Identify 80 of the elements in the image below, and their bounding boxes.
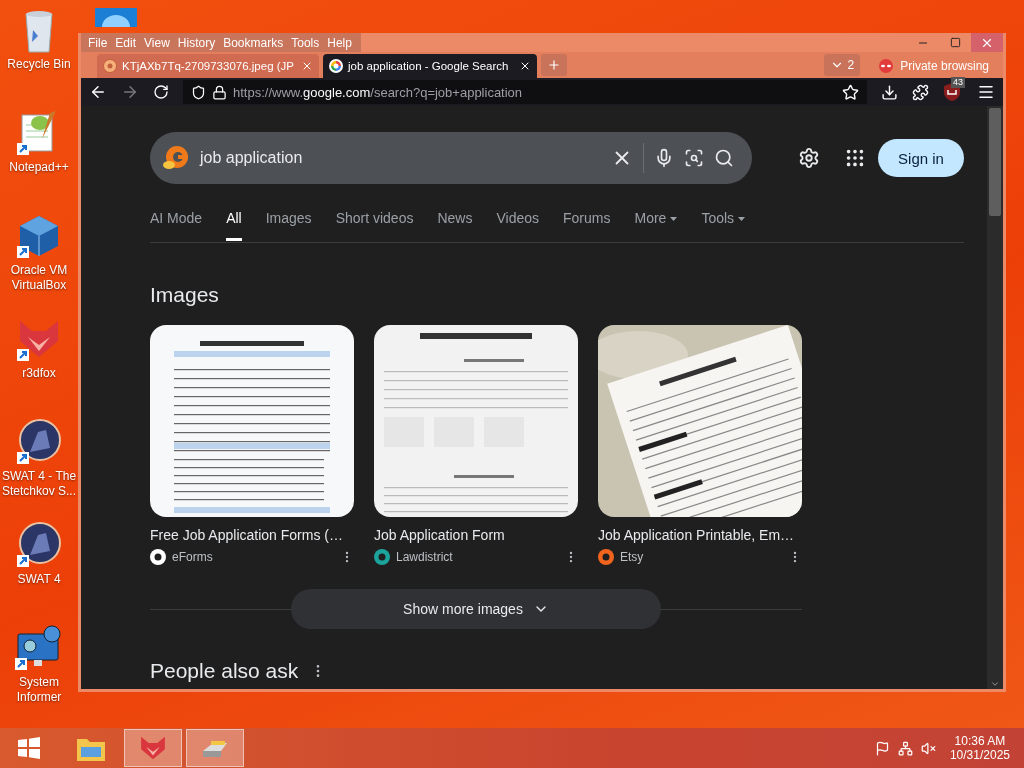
plus-icon (547, 58, 561, 72)
extensions-icon[interactable] (912, 83, 929, 101)
browser-tab[interactable]: KTjAXb7Tq-2709733076.jpeg (JP (97, 54, 319, 78)
search-tab[interactable]: Short videos (335, 210, 414, 241)
forward-icon[interactable] (121, 83, 139, 101)
grid-icon (844, 147, 866, 169)
tab-title: KTjAXb7Tq-2709733076.jpeg (JP (122, 60, 295, 72)
menu-item[interactable]: History (174, 35, 221, 50)
image-result-title[interactable]: Job Application Printable, Em… (598, 527, 802, 543)
menu-icon[interactable] (977, 83, 995, 101)
close-tab-icon[interactable] (519, 60, 531, 72)
desktop-icon-label[interactable]: Oracle VM VirtualBox (1, 263, 77, 293)
search-tab[interactable]: All (226, 210, 242, 241)
menu-item[interactable]: File (85, 35, 113, 50)
back-icon[interactable] (89, 83, 107, 101)
monitor-icon[interactable] (14, 624, 64, 672)
app-icon[interactable] (95, 8, 137, 27)
search-tab[interactable]: Videos (496, 210, 540, 241)
browser-tab[interactable]: job application - Google Search (323, 54, 537, 78)
show-more-button[interactable]: Show more images (291, 589, 661, 629)
site-name: eForms (172, 550, 214, 564)
scroll-down-icon[interactable] (990, 679, 1000, 689)
mask-icon (878, 59, 895, 73)
windows-logo-icon (17, 736, 41, 760)
badge: 43 (951, 77, 965, 88)
desktop-icon-label[interactable]: System Informer (1, 675, 77, 705)
search-tab[interactable]: More (634, 210, 678, 241)
menu-item[interactable]: Help (324, 35, 357, 50)
section-heading: People also ask (150, 659, 299, 683)
menu-item[interactable]: Tools (288, 35, 325, 50)
search-tab[interactable]: Forums (563, 210, 611, 241)
sign-in-button[interactable]: Sign in (878, 139, 964, 177)
section-heading: Images (150, 283, 220, 307)
lock-icon[interactable] (212, 84, 227, 100)
star-icon[interactable] (842, 83, 859, 101)
clock[interactable]: 10:36 AM 10/31/2025 (949, 734, 1010, 762)
desktop-icon-label[interactable]: Notepad++ (1, 160, 77, 175)
maximize-icon (949, 37, 961, 48)
search-tab[interactable]: Tools (701, 210, 746, 241)
scrollbar[interactable] (987, 106, 1003, 689)
scrollbar-thumb[interactable] (989, 108, 1001, 216)
private-browsing-label: Private browsing (900, 59, 989, 73)
download-icon[interactable] (881, 83, 898, 101)
taskbar-app-button[interactable] (124, 729, 182, 767)
doodle-logo-icon (162, 145, 190, 171)
flag-icon[interactable] (874, 740, 890, 756)
image-result-title[interactable]: Job Application Form (374, 527, 578, 543)
settings-icon (798, 147, 820, 169)
image-result-title[interactable]: Free Job Application Forms (… (150, 527, 354, 543)
apps-button[interactable] (844, 147, 866, 169)
site-name: Etsy (620, 550, 645, 564)
menu-item[interactable]: Bookmarks (220, 35, 289, 50)
tab-list-button[interactable]: 2 (823, 54, 861, 76)
menu-item[interactable]: Edit (112, 35, 142, 50)
desktop-icon-label[interactable]: SWAT 4 (1, 572, 77, 587)
search-tab[interactable]: News (437, 210, 473, 241)
shield-icon[interactable] (191, 84, 206, 100)
settings-button[interactable] (798, 147, 820, 169)
url-field[interactable]: https://www.google.com/search?q=job+application (183, 80, 867, 104)
tab-title: job application - Google Search (348, 60, 510, 72)
microphone-icon[interactable] (654, 148, 674, 168)
search-tab[interactable]: AI Mode (150, 210, 203, 241)
close-button[interactable] (971, 33, 1003, 52)
google-favicon-icon (329, 59, 343, 73)
network-icon[interactable] (897, 740, 913, 756)
muted-speaker-icon[interactable] (920, 740, 936, 756)
search-query: job application (200, 149, 304, 167)
game-icon[interactable] (16, 521, 62, 569)
search-icon[interactable] (714, 148, 734, 168)
search-field[interactable]: job application (150, 132, 752, 184)
site-name: Lawdistrict (396, 550, 454, 564)
reload-icon[interactable] (153, 84, 169, 100)
desktop-icon-label[interactable]: r3dfox (1, 366, 77, 381)
camera-search-icon[interactable] (684, 148, 704, 168)
desktop-icon-label[interactable]: SWAT 4 - The Stetchkov S... (1, 469, 77, 499)
image-favicon-icon (103, 59, 117, 73)
search-tab[interactable]: Images (265, 210, 312, 241)
game-icon[interactable] (16, 418, 62, 466)
desktop-icon-label[interactable]: Recycle Bin (1, 57, 77, 72)
menu-item[interactable]: View (141, 35, 175, 50)
